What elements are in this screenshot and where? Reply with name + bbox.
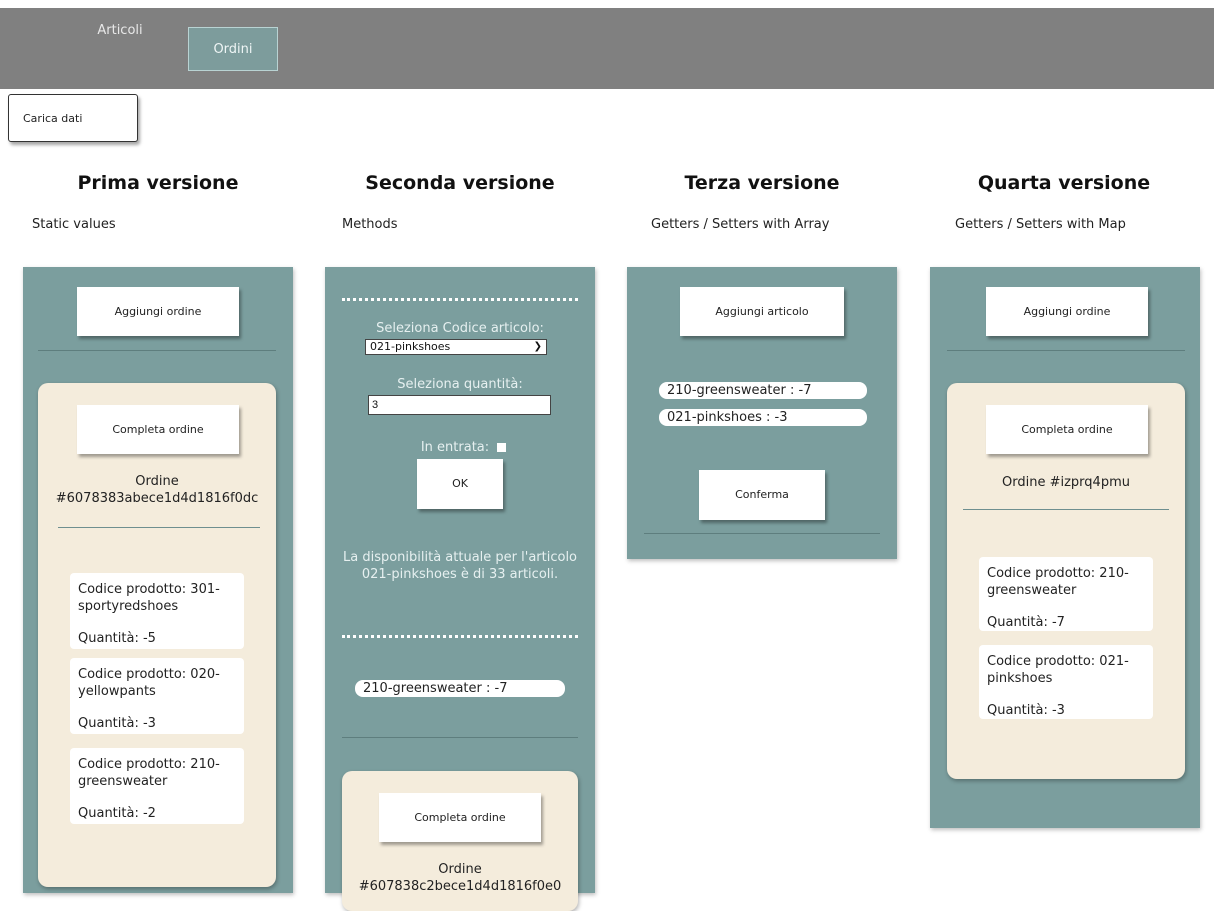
nav-tab-ordini[interactable]: Ordini (188, 27, 278, 71)
item-code: Codice prodotto: 210-greensweater (987, 566, 1129, 598)
order-item-card: Codice prodotto: 210-greensweater Quanti… (979, 557, 1153, 631)
add-order-button[interactable]: Aggiungi ordine (986, 287, 1148, 336)
quantity-label: Seleziona quantità: (397, 377, 523, 392)
order-card: Completa ordine Ordine #607838c2bece1d4d… (342, 771, 578, 911)
load-data-button[interactable]: Carica dati (8, 94, 138, 142)
order-card: Completa ordine Ordine #6078383abece1d4d… (38, 383, 276, 887)
item-quantity: Quantità: -3 (987, 703, 1065, 718)
column-title-2: Seconda versione (365, 172, 555, 194)
column-subtitle-4: Getters / Setters with Map (955, 217, 1126, 232)
order-item-card: Codice prodotto: 301-sportyredshoes Quan… (70, 573, 244, 649)
confirm-button[interactable]: Conferma (699, 470, 825, 520)
panel-terza-versione: Aggiungi articolo 210-greensweater : -7 … (627, 267, 897, 559)
order-item-card: Codice prodotto: 021-pinkshoes Quantità:… (979, 645, 1153, 719)
article-pill: 210-greensweater : -7 (659, 382, 867, 399)
order-item-card: Codice prodotto: 210-greensweater Quanti… (70, 748, 244, 824)
divider (38, 350, 276, 351)
add-article-button[interactable]: Aggiungi articolo (680, 287, 844, 336)
order-item-card: Codice prodotto: 020-yellowpants Quantit… (70, 658, 244, 734)
ok-button[interactable]: OK (417, 459, 503, 509)
availability-text: La disponibilità attuale per l'articolo … (342, 550, 578, 582)
item-code: Codice prodotto: 301-sportyredshoes (78, 582, 220, 614)
column-subtitle-3: Getters / Setters with Array (651, 217, 830, 232)
item-quantity: Quantità: -2 (78, 806, 156, 821)
item-quantity: Quantità: -5 (78, 631, 156, 646)
chevron-down-icon: ❯ (533, 341, 542, 352)
top-nav-bar: Articoli Ordini (0, 8, 1214, 89)
item-code: Codice prodotto: 020-yellowpants (78, 667, 220, 699)
column-title-1: Prima versione (77, 172, 239, 194)
order-title: Ordine #607838c2bece1d4d1816f0e0 (358, 862, 562, 894)
panel-quarta-versione: Aggiungi ordine Completa ordine Ordine #… (930, 267, 1200, 828)
item-quantity: Quantità: -3 (78, 716, 156, 731)
panel-seconda-versione: Seleziona Codice articolo: 021-pinkshoes… (325, 267, 595, 911)
divider (947, 350, 1185, 351)
order-card: Completa ordine Ordine #izprq4pmu Codice… (947, 383, 1185, 779)
order-title: Ordine #izprq4pmu (1002, 475, 1130, 490)
complete-order-button[interactable]: Completa ordine (77, 405, 239, 454)
add-order-button[interactable]: Aggiungi ordine (77, 287, 239, 336)
panel-prima-versione: Aggiungi ordine Completa ordine Ordine #… (23, 267, 293, 893)
article-code-select[interactable]: 021-pinkshoes ❯ (365, 339, 547, 355)
divider (644, 533, 880, 534)
dotted-divider (342, 635, 578, 638)
item-code: Codice prodotto: 021-pinkshoes (987, 654, 1129, 686)
item-quantity: Quantità: -7 (987, 615, 1065, 630)
nav-tab-articoli[interactable]: Articoli (80, 9, 160, 53)
article-pill: 021-pinkshoes : -3 (659, 409, 867, 426)
column-subtitle-2: Methods (342, 217, 398, 232)
divider (342, 737, 578, 738)
column-title-3: Terza versione (684, 172, 840, 194)
column-subtitle-1: Static values (32, 217, 116, 232)
article-pill: 210-greensweater : -7 (355, 680, 565, 697)
divider (58, 527, 260, 528)
dotted-divider (342, 298, 578, 301)
complete-order-button[interactable]: Completa ordine (986, 405, 1148, 454)
complete-order-button[interactable]: Completa ordine (379, 793, 541, 842)
select-value: 021-pinkshoes (370, 340, 451, 353)
divider (963, 509, 1169, 510)
order-title: Ordine #6078383abece1d4d1816f0dc (55, 474, 259, 506)
column-title-4: Quarta versione (977, 172, 1151, 194)
select-label: Seleziona Codice articolo: (376, 321, 544, 336)
item-code: Codice prodotto: 210-greensweater (78, 757, 220, 789)
incoming-checkbox[interactable] (497, 443, 506, 452)
quantity-input[interactable] (368, 395, 551, 415)
